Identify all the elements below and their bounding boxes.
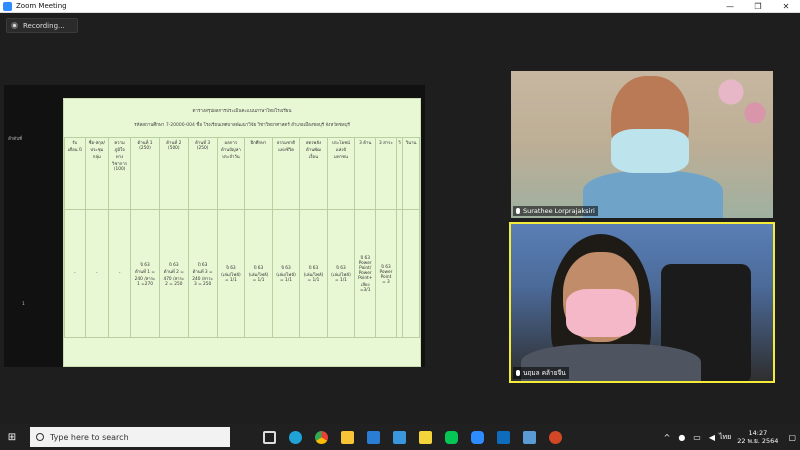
document-header-title: ตารางสรุปผลการประเมินคะแนนภาษาไทยโรงเรีย…	[192, 109, 292, 114]
table-cell: ความ ภูมิใจ ทาง วิชาการ (100)	[108, 137, 132, 210]
table-cell: ปี 63 Power Point = 3	[375, 209, 397, 338]
close-button[interactable]: ✕	[772, 0, 800, 13]
face-mask	[566, 289, 636, 337]
left-column-header: ลำดับที่	[8, 137, 23, 142]
meeting-stage: Recording... ตารางสรุปผลการประเมินคะแนนภ…	[0, 13, 800, 424]
table-cell: รับ เดือน ปี	[64, 137, 86, 210]
flowers-image	[713, 71, 773, 141]
photos-icon[interactable]	[516, 424, 542, 450]
search-icon	[36, 433, 44, 441]
row-number: 1	[22, 302, 25, 307]
powerpoint-icon[interactable]	[542, 424, 568, 450]
line-icon[interactable]	[438, 424, 464, 450]
clock-date: 22 พ.ย. 2564	[737, 437, 779, 445]
table-cell: ปี 63 (เล่ม/ไฟล์) = 1/1	[216, 209, 246, 338]
table-header-row: รับ เดือน ปี ชื่อ-สกุล/ ประชุม กลุ่ม ควา…	[64, 137, 420, 210]
table-cell: ปี 63 Power Point/ Power Point+ เสียง =3…	[354, 209, 377, 338]
table-cell: ประโยชน์ แห่งปั มหาชน	[326, 137, 356, 210]
table-cell: ธรรมชาติ แห่งชีวิต	[271, 137, 301, 210]
minimize-button[interactable]: —	[716, 0, 744, 13]
zoom-icon[interactable]	[464, 424, 490, 450]
screen-share-area: ตารางสรุปผลการประเมินคะแนนภาษาไทยโรงเรีย…	[4, 85, 425, 367]
mail-icon[interactable]	[360, 424, 386, 450]
table-cell: ปี 63 (เล่ม/ไฟล์) = 1/1	[299, 209, 328, 338]
recording-indicator[interactable]: Recording...	[6, 18, 78, 33]
table-cell: ปี 63 (เล่ม/ไฟล์) = 1/1	[326, 209, 356, 338]
document-table: รับ เดือน ปี ชื่อ-สกุล/ ประชุม กลุ่ม ควา…	[64, 137, 420, 338]
table-cell: ชื่อ-สกุล/ ประชุม กลุ่ม	[84, 137, 110, 210]
table-cell: วินาน	[402, 137, 420, 210]
taskbar-clock[interactable]: 14:27 22 พ.ย. 2564	[737, 429, 778, 445]
active-speaker-video-tile[interactable]: นฤมล คล้ายจีน	[509, 222, 775, 383]
table-cell: -	[64, 209, 86, 338]
sticky-notes-icon[interactable]	[412, 424, 438, 450]
windows-taskbar: ⊞ Type here to search ^ ● ▭ ◀ ไทย 14:27 …	[0, 424, 800, 450]
participant-name-tag: นฤมล คล้ายจีน	[513, 367, 569, 379]
language-indicator[interactable]: ไทย	[719, 432, 731, 443]
face-mask	[611, 129, 689, 173]
maximize-button[interactable]: ❐	[744, 0, 772, 13]
window-title: Zoom Meeting	[16, 2, 67, 10]
windows-start-button[interactable]: ⊞	[0, 424, 24, 450]
participant-name: Surathee Lorprajaksiri	[523, 207, 595, 215]
participant-video-tile[interactable]: Surathee Lorprajaksiri	[511, 71, 773, 218]
system-tray: ^ ● ▭ ◀ ไทย 14:27 22 พ.ย. 2564 ▢	[660, 429, 800, 445]
table-cell: ด้านที่ 1 (250)	[130, 137, 160, 210]
table-cell: ด้านที่ 3 (250)	[187, 137, 218, 210]
taskbar-search-box[interactable]: Type here to search	[30, 427, 230, 447]
microphone-icon	[516, 208, 520, 214]
clock-time: 14:27	[748, 429, 768, 437]
chrome-icon[interactable]	[308, 424, 334, 450]
table-cell	[402, 209, 420, 338]
table-cell: ปี 63 (เล่ม/ไฟล์) = 1/1	[271, 209, 301, 338]
table-cell: -	[108, 209, 132, 338]
table-cell: ปี 63 (เล่ม/ไฟล์) = 1/1	[244, 209, 273, 338]
table-cell	[395, 209, 404, 338]
table-cell: ปี 63 ด้านที่ 2 = 470 /สาระ 2 = 250	[158, 209, 189, 338]
table-cell: สตรพลัง ด้านพัฒ เงื่อน	[299, 137, 328, 210]
table-cell: 3 ด้าน	[354, 137, 377, 210]
table-cell: ผลการ ด้านปัญหา ประจำวัน	[216, 137, 246, 210]
chevron-up-icon[interactable]: ^	[664, 433, 671, 442]
participant-body	[583, 171, 723, 218]
zoom-app-icon	[3, 1, 12, 11]
file-explorer-icon[interactable]	[334, 424, 360, 450]
search-placeholder: Type here to search	[50, 432, 129, 442]
participant-name-tag: Surathee Lorprajaksiri	[513, 206, 598, 216]
edge-icon[interactable]	[282, 424, 308, 450]
document-header-info: รหัสสถานศึกษา 7-20000-004 ชื่อ โรงเรียนเ…	[134, 123, 350, 128]
notification-icon[interactable]: ▢	[788, 433, 796, 442]
table-cell: ฝึกศึกษา	[244, 137, 273, 210]
window-titlebar: Zoom Meeting — ❐ ✕	[0, 0, 800, 13]
calendar-icon[interactable]	[386, 424, 412, 450]
microphone-icon[interactable]: ●	[678, 433, 685, 442]
table-cell: ปี 63 ด้านที่ 1 = 240 /สาระ 1 =270	[130, 209, 160, 338]
microphone-icon	[516, 370, 520, 376]
recording-label: Recording...	[23, 21, 65, 30]
record-icon	[11, 22, 18, 29]
table-row: - - - ปี 63 ด้านที่ 1 = 240 /สาระ 1 =270…	[64, 209, 420, 338]
table-cell: วี	[395, 137, 404, 210]
network-icon[interactable]: ▭	[693, 433, 701, 442]
task-view-icon[interactable]	[256, 424, 282, 450]
participant-name: นฤมล คล้ายจีน	[523, 369, 566, 377]
table-cell: ปี 63 ด้านที่ 3 = 240 /สาระ 3 = 250	[187, 209, 218, 338]
table-cell: -	[84, 209, 110, 338]
table-cell: ด้านที่ 2 (500)	[158, 137, 189, 210]
outlook-icon[interactable]	[490, 424, 516, 450]
volume-icon[interactable]: ◀	[709, 433, 715, 442]
table-cell: 3 สาระ	[375, 137, 397, 210]
shared-document: ตารางสรุปผลการประเมินคะแนนภาษาไทยโรงเรีย…	[63, 98, 421, 367]
